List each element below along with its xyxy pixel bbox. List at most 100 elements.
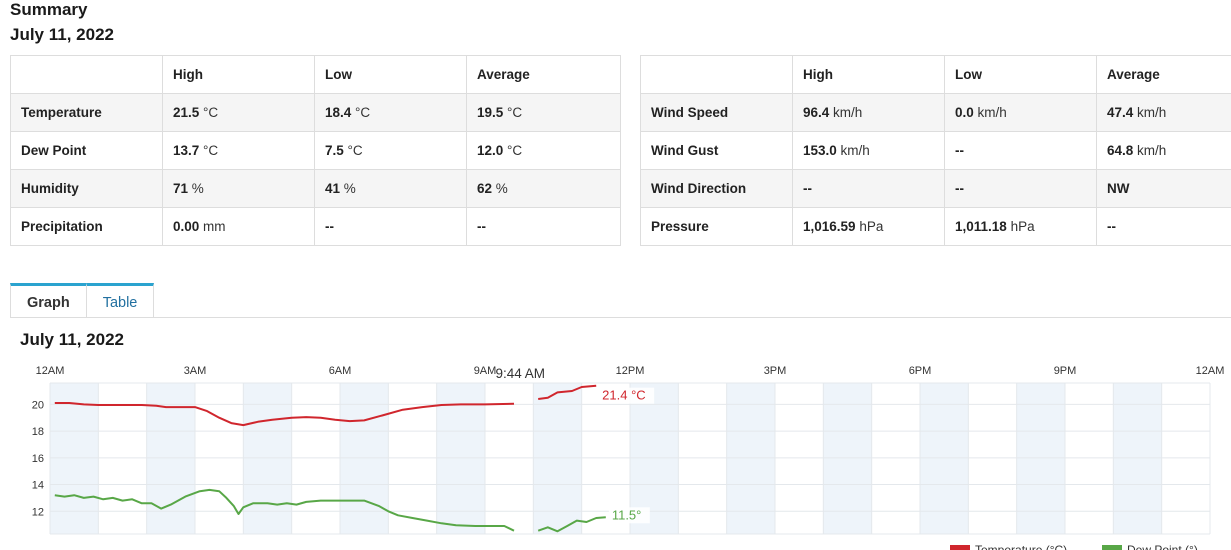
column-header-low: Low <box>314 55 467 94</box>
cell-high: 0.00 mm <box>162 207 315 246</box>
column-header-empty <box>640 55 793 94</box>
column-header-empty <box>10 55 163 94</box>
cell-value: 0.00 <box>173 219 200 234</box>
cell-unit: km/h <box>836 143 870 158</box>
summary-row: Wind Gust 153.0 km/h -- 64.8 km/h <box>640 131 1231 170</box>
row-label: Precipitation <box>10 207 163 246</box>
x-tick-label: 9AM <box>474 365 497 377</box>
cell-value: -- <box>955 143 964 158</box>
cell-value: -- <box>803 181 812 196</box>
row-label: Wind Speed <box>640 93 793 132</box>
cell-unit: °C <box>503 105 523 120</box>
cell-high: 96.4 km/h <box>792 93 945 132</box>
y-tick-label: 20 <box>32 399 44 411</box>
cell-low: -- <box>944 131 1097 170</box>
cell-low: 41 % <box>314 169 467 208</box>
cell-high: 21.5 °C <box>162 93 315 132</box>
cell-high: 1,016.59 hPa <box>792 207 945 246</box>
cell-value: 62 <box>477 181 493 196</box>
row-label: Dew Point <box>10 131 163 170</box>
y-tick-label: 18 <box>32 426 44 438</box>
legend-label: Dew Point (°) <box>1127 543 1198 550</box>
x-tick-label: 12PM <box>616 365 645 377</box>
cell-avg: 64.8 km/h <box>1096 131 1231 170</box>
cell-unit: km/h <box>829 105 863 120</box>
tab-table[interactable]: Table <box>86 283 155 318</box>
cell-avg: 47.4 km/h <box>1096 93 1231 132</box>
hover-time-label: 9:44 AM <box>496 366 546 381</box>
cell-unit: % <box>188 181 204 196</box>
x-tick-label: 9PM <box>1054 365 1077 377</box>
cell-value: -- <box>325 219 334 234</box>
chart-title: July 11, 2022 <box>20 330 124 349</box>
row-label: Wind Gust <box>640 131 793 170</box>
cell-value: 1,011.18 <box>955 219 1007 234</box>
cell-avg: -- <box>1096 207 1231 246</box>
column-header-high: High <box>792 55 945 94</box>
legend-label: Temperature (°C) <box>975 543 1067 550</box>
cell-value: 18.4 <box>325 105 352 120</box>
temperature-current-label: 21.4 °C <box>602 388 646 403</box>
summary-row: Temperature 21.5 °C 18.4 °C 19.5 °C <box>10 93 621 132</box>
x-tick-label: 12AM <box>36 365 65 377</box>
y-tick-label: 12 <box>32 506 44 518</box>
cell-value: -- <box>477 219 486 234</box>
cell-unit: km/h <box>1133 105 1167 120</box>
cell-unit: % <box>492 181 508 196</box>
y-tick-label: 16 <box>32 453 44 465</box>
cell-low: 0.0 km/h <box>944 93 1097 132</box>
cell-value: 71 <box>173 181 189 196</box>
row-label: Wind Direction <box>640 169 793 208</box>
cell-value: 7.5 <box>325 143 344 158</box>
summary-row: Wind Direction -- -- NW <box>640 169 1231 208</box>
cell-unit: °C <box>343 143 363 158</box>
view-tabs: Graph Table <box>10 283 155 318</box>
cell-value: NW <box>1107 181 1130 196</box>
cell-low: 7.5 °C <box>314 131 467 170</box>
cell-low: 1,011.18 hPa <box>944 207 1097 246</box>
tab-graph[interactable]: Graph <box>10 283 87 318</box>
cell-high: 13.7 °C <box>162 131 315 170</box>
column-header-high: High <box>162 55 315 94</box>
cell-value: 19.5 <box>477 105 504 120</box>
summary-row: Humidity 71 % 41 % 62 % <box>10 169 621 208</box>
column-header-average: Average <box>466 55 621 94</box>
summary-table-wind: High Low Average Wind Speed 96.4 km/h 0.0 … <box>640 55 1231 246</box>
cell-value: 41 <box>325 181 341 196</box>
cell-avg: NW <box>1096 169 1231 208</box>
cell-low: 18.4 °C <box>314 93 467 132</box>
cell-value: 21.5 <box>173 105 200 120</box>
column-header-low: Low <box>944 55 1097 94</box>
page-title: Summary <box>10 0 88 19</box>
x-tick-label: 12AM <box>1196 365 1225 377</box>
cell-unit: km/h <box>1133 143 1167 158</box>
x-tick-label: 6AM <box>329 365 352 377</box>
cell-high: 153.0 km/h <box>792 131 945 170</box>
cell-high: 71 % <box>162 169 315 208</box>
row-label: Humidity <box>10 169 163 208</box>
dew-point-current-label: 11.5° <box>612 507 642 522</box>
cell-value: 12.0 <box>477 143 504 158</box>
cell-high: -- <box>792 169 945 208</box>
cell-unit: hPa <box>855 219 884 234</box>
cell-unit: °C <box>199 105 219 120</box>
x-tick-label: 3AM <box>184 365 207 377</box>
weather-chart: 12AM 3AM 6AM 9AM 12PM 3PM 6PM 9PM 12AM 9:44 AM 12… <box>32 365 1225 550</box>
row-label: Temperature <box>10 93 163 132</box>
summary-row: Pressure 1,016.59 hPa 1,011.18 hPa -- <box>640 207 1231 246</box>
x-tick-label: 3PM <box>764 365 787 377</box>
y-tick-label: 14 <box>32 480 44 492</box>
cell-avg: 12.0 °C <box>466 131 621 170</box>
summary-row: Dew Point 13.7 °C 7.5 °C 12.0 °C <box>10 131 621 170</box>
summary-row: Precipitation 0.00 mm -- -- <box>10 207 621 246</box>
cell-unit: mm <box>199 219 226 234</box>
cell-avg: -- <box>466 207 621 246</box>
cell-unit: km/h <box>973 105 1007 120</box>
cell-value: 96.4 <box>803 105 830 120</box>
cell-value: 47.4 <box>1107 105 1134 120</box>
cell-unit: hPa <box>1006 219 1035 234</box>
summary-date: July 11, 2022 <box>10 25 114 44</box>
cell-unit: °C <box>199 143 219 158</box>
row-label: Pressure <box>640 207 793 246</box>
cell-avg: 19.5 °C <box>466 93 621 132</box>
